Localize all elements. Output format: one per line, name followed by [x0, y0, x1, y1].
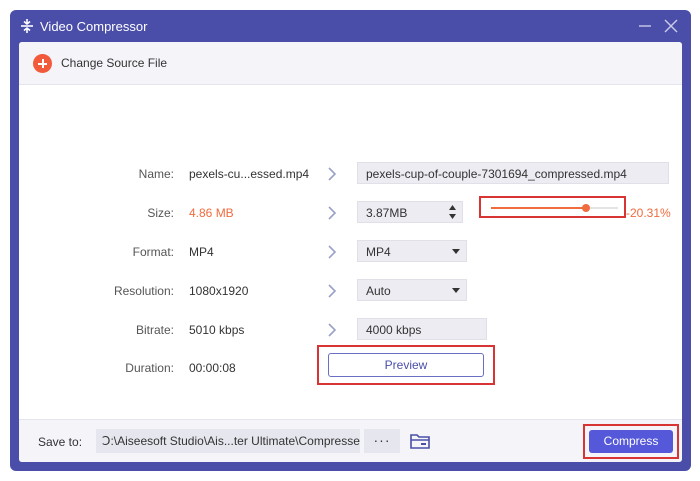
close-icon[interactable] [661, 16, 681, 36]
browse-more-button[interactable]: ··· [364, 429, 400, 453]
resolution-row: Resolution: 1080x1920 Auto [19, 279, 682, 303]
chevron-down-icon [452, 249, 460, 254]
format-row: Format: MP4 MP4 [19, 240, 682, 264]
source-duration-value: 00:00:08 [189, 361, 236, 375]
source-size-value: 4.86 MB [189, 206, 234, 220]
stepper-arrows-icon[interactable] [448, 204, 457, 220]
save-to-label: Save to: [38, 435, 83, 449]
resolution-selected-value: Auto [366, 284, 391, 298]
size-label: Size: [147, 206, 174, 220]
window-title: Video Compressor [40, 19, 148, 34]
resolution-select[interactable]: Auto [357, 279, 467, 301]
source-bitrate-value: 5010 kbps [189, 323, 245, 337]
change-source-file-button[interactable]: Change Source File [61, 56, 167, 70]
bottom-bar: Save to: Ↄ:\Aiseesoft Studio\Ais...ter U… [19, 419, 682, 462]
chevron-right-icon [328, 323, 337, 337]
compress-icon [21, 19, 33, 33]
size-percent-change: -20.31% [626, 206, 671, 220]
format-selected-value: MP4 [366, 245, 391, 259]
output-size-value: 3.87MB [366, 206, 408, 220]
title-bar: Video Compressor [10, 10, 691, 42]
chevron-right-icon [328, 284, 337, 298]
chevron-right-icon [328, 206, 337, 220]
source-name-value: pexels-cu...essed.mp4 [189, 167, 310, 181]
resolution-label: Resolution: [113, 284, 174, 298]
output-name-field[interactable]: pexels-cup-of-couple-7301694_compressed.… [357, 162, 669, 184]
slider-fill [491, 207, 587, 209]
name-label: Name: [138, 167, 174, 181]
size-slider[interactable] [491, 204, 618, 212]
chevron-right-icon [328, 167, 337, 181]
save-path-field[interactable]: Ↄ:\Aiseesoft Studio\Ais...ter Ultimate\C… [96, 429, 360, 453]
video-compressor-window: Video Compressor Change Source File Name… [10, 10, 691, 471]
name-row: Name: pexels-cu...essed.mp4 pexels-cup-o… [19, 162, 682, 186]
output-size-stepper[interactable]: 3.87MB [357, 201, 463, 223]
slider-handle[interactable] [582, 204, 591, 212]
preview-highlight: Preview [317, 345, 495, 385]
compress-highlight: Compress [583, 424, 679, 459]
bitrate-row: Bitrate: 5010 kbps 4000 kbps [19, 318, 682, 342]
format-select[interactable]: MP4 [357, 240, 467, 262]
compress-button[interactable]: Compress [589, 430, 673, 453]
bitrate-field[interactable]: 4000 kbps [357, 318, 487, 340]
minimize-icon[interactable] [635, 16, 655, 36]
duration-label: Duration: [125, 361, 174, 375]
dialog-content: Change Source File Name: pexels-cu...ess… [19, 42, 682, 462]
output-bitrate-value: 4000 kbps [366, 323, 422, 337]
chevron-right-icon [328, 245, 337, 259]
bitrate-label: Bitrate: [135, 323, 174, 337]
source-bar: Change Source File [19, 42, 682, 85]
source-resolution-value: 1080x1920 [189, 284, 249, 298]
preview-button[interactable]: Preview [328, 353, 484, 377]
size-row: Size: 4.86 MB 3.87MB -20.31% [19, 196, 682, 225]
source-format-value: MP4 [189, 245, 214, 259]
chevron-down-icon [452, 288, 460, 293]
size-slider-highlight [479, 196, 626, 218]
format-label: Format: [132, 245, 174, 259]
plus-circle-icon[interactable] [33, 54, 52, 73]
folder-icon[interactable] [409, 432, 431, 450]
output-name-value: pexels-cup-of-couple-7301694_compressed.… [366, 167, 627, 181]
save-path-value: Ↄ:\Aiseesoft Studio\Ais...ter Ultimate\C… [102, 434, 360, 448]
